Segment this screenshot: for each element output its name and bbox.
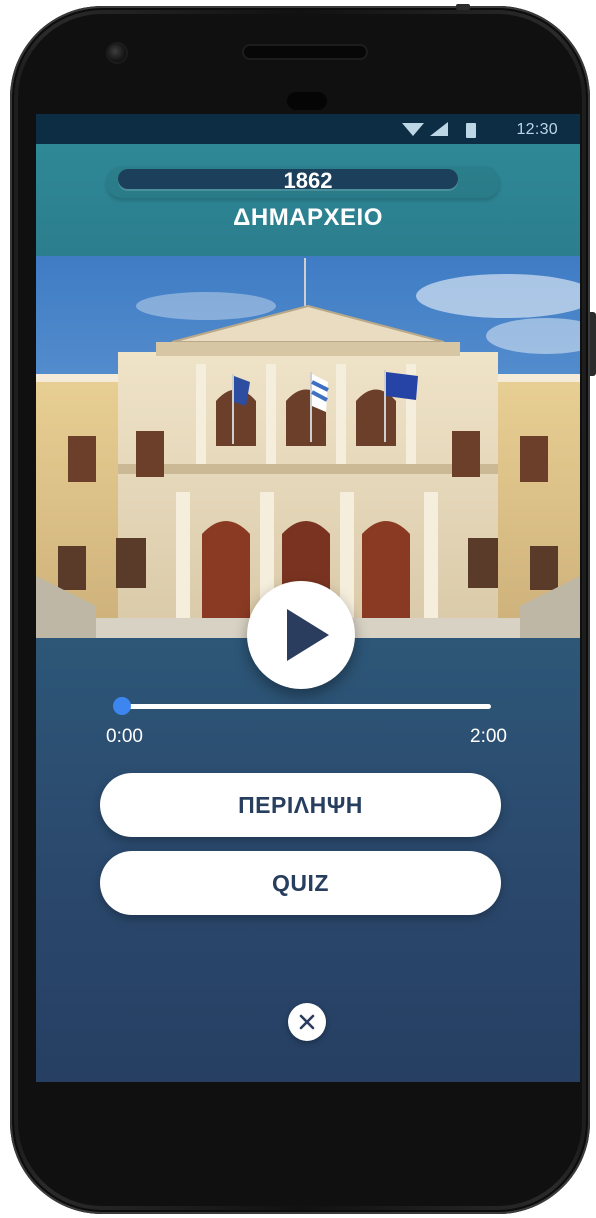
app-screen: 12:30 1862 ΔΗΜΑΡΧΕΙΟ 0:00 2:00 ΠΕΡΙΛΗΨΗ …: [36, 114, 580, 1082]
landmark-header: 1862 ΔΗΜΑΡΧΕΙΟ: [36, 144, 580, 256]
elapsed-time: 0:00: [106, 726, 143, 747]
audio-progress-track[interactable]: [124, 704, 491, 709]
quiz-button[interactable]: QUIZ: [100, 851, 501, 915]
play-icon: [287, 609, 329, 661]
landmark-year: 1862: [283, 168, 333, 193]
volume-button: [456, 4, 470, 10]
earpiece-speaker: [244, 46, 366, 58]
status-time: 12:30: [516, 121, 558, 138]
wifi-icon: [402, 123, 424, 136]
close-button[interactable]: [288, 1003, 326, 1041]
power-button: [590, 312, 596, 376]
play-button[interactable]: [247, 581, 355, 689]
total-duration: 2:00: [470, 726, 507, 747]
summary-button[interactable]: ΠΕΡΙΛΗΨΗ: [100, 773, 501, 837]
battery-icon: [466, 123, 476, 138]
front-camera: [108, 44, 126, 62]
audio-progress-handle[interactable]: [113, 697, 131, 715]
status-icons: [402, 122, 476, 138]
landmark-title: ΔΗΜΑΡΧΕΙΟ: [233, 204, 383, 231]
close-icon: [299, 1014, 315, 1030]
status-bar: 12:30: [36, 114, 580, 144]
signal-icon: [430, 122, 448, 136]
proximity-sensor: [287, 92, 327, 110]
